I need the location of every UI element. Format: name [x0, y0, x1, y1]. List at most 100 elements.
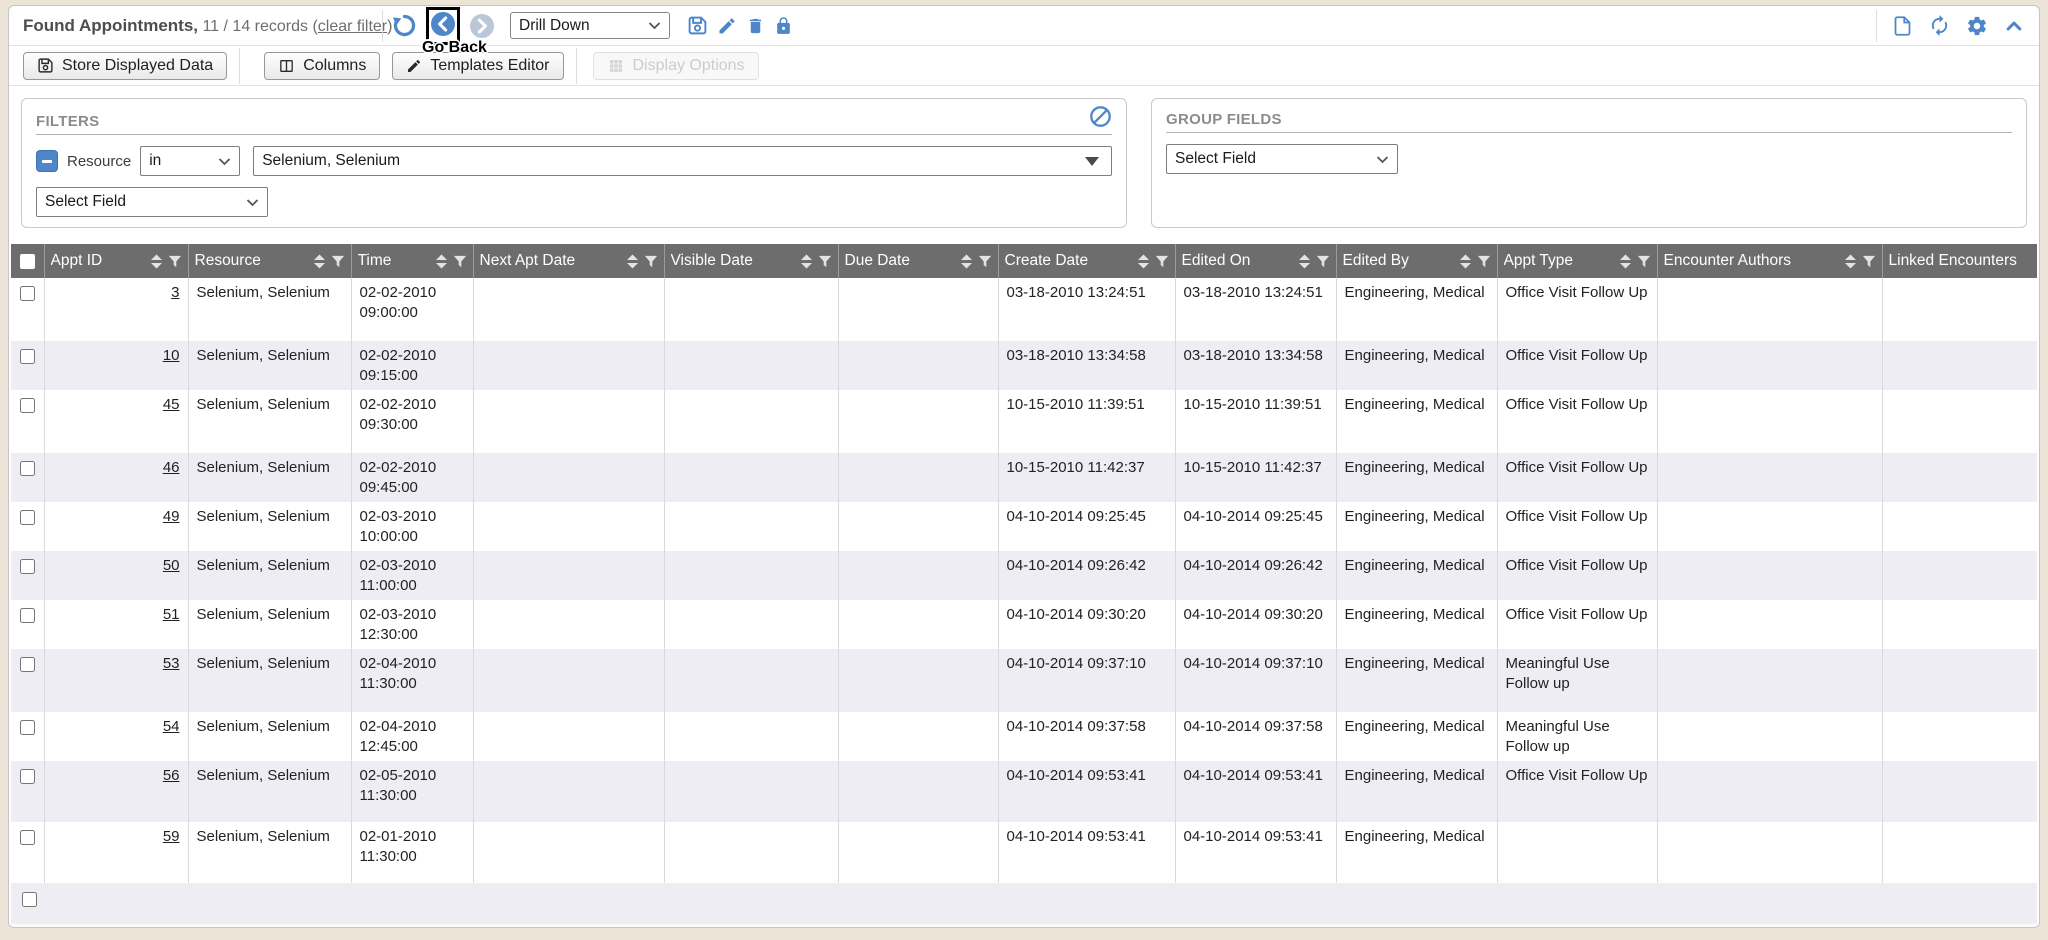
appt-id-link[interactable]: 53	[163, 655, 180, 672]
remove-filter-button[interactable]	[36, 150, 58, 172]
sort-icon[interactable]	[150, 254, 163, 269]
select-all-header[interactable]	[11, 244, 44, 278]
undo-icon[interactable]	[392, 13, 417, 38]
sort-icon[interactable]	[1619, 254, 1632, 269]
row-checkbox[interactable]	[20, 608, 35, 623]
column-header-edited-on[interactable]: Edited On	[1175, 244, 1336, 278]
go-back-button[interactable]: Go Back	[426, 7, 460, 45]
cell-appt_type: Office Visit Follow Up	[1497, 600, 1657, 649]
group-fields-panel: GROUP FIELDS Select Field	[1151, 98, 2027, 228]
add-filter-field-select[interactable]: Select Field	[36, 187, 268, 217]
chevron-down-icon	[218, 157, 231, 166]
sort-icon[interactable]	[1459, 254, 1472, 269]
cell-encounter_authors	[1657, 502, 1882, 551]
cell-resource: Selenium, Selenium	[188, 341, 351, 390]
filter-funnel-icon[interactable]	[453, 254, 467, 269]
appt-id-link[interactable]: 51	[163, 606, 180, 623]
cell-resource: Selenium, Selenium	[188, 649, 351, 712]
appt-id-link[interactable]: 56	[163, 767, 180, 784]
gear-icon[interactable]	[1966, 15, 1988, 37]
table-viewport: Appt IDResourceTimeNext Apt DateVisible …	[11, 244, 2037, 928]
cell-visible_date	[664, 761, 838, 822]
filter-funnel-icon[interactable]	[978, 254, 992, 269]
cell-appt_type: Meaningful Use Follow up	[1497, 712, 1657, 761]
column-header-visible-date[interactable]: Visible Date	[664, 244, 838, 278]
edit-view-icon[interactable]	[717, 16, 737, 36]
row-checkbox[interactable]	[20, 286, 35, 301]
sort-icon[interactable]	[1298, 254, 1311, 269]
column-header-appt-type[interactable]: Appt Type	[1497, 244, 1657, 278]
cell-create_date: 04-10-2014 09:26:42	[998, 551, 1175, 600]
sort-icon[interactable]	[626, 254, 639, 269]
save-view-icon[interactable]	[687, 15, 708, 36]
row-checkbox[interactable]	[20, 830, 35, 845]
column-header-encounter-authors[interactable]: Encounter Authors	[1657, 244, 1882, 278]
appt-id-link[interactable]: 10	[163, 347, 180, 364]
filter-funnel-icon[interactable]	[644, 254, 658, 269]
filter-funnel-icon[interactable]	[818, 254, 832, 269]
group-field-select[interactable]: Select Field	[1166, 144, 1398, 174]
appt-id-link[interactable]: 59	[163, 828, 180, 845]
appt-id-link[interactable]: 46	[163, 459, 180, 476]
drill-down-select[interactable]: Drill Down	[510, 12, 670, 39]
filter-funnel-icon[interactable]	[1862, 254, 1876, 269]
column-header-time[interactable]: Time	[351, 244, 473, 278]
filter-funnel-icon[interactable]	[1155, 254, 1169, 269]
new-document-icon[interactable]	[1892, 15, 1913, 37]
filter-operator-select[interactable]: in	[140, 146, 240, 176]
cell-time: 02-03-2010 10:00:00	[351, 502, 473, 551]
column-header-due-date[interactable]: Due Date	[838, 244, 998, 278]
collapse-chevron-up-icon[interactable]	[2003, 16, 2025, 36]
appt-id-link[interactable]: 50	[163, 557, 180, 574]
sort-icon[interactable]	[960, 254, 973, 269]
filter-funnel-icon[interactable]	[168, 254, 182, 269]
column-header-next-apt-date[interactable]: Next Apt Date	[473, 244, 664, 278]
row-checkbox[interactable]	[20, 461, 35, 476]
row-checkbox[interactable]	[20, 559, 35, 574]
sort-icon[interactable]	[800, 254, 813, 269]
clear-filter-link[interactable]: clear filter	[318, 18, 387, 35]
sort-icon[interactable]	[1844, 254, 1857, 269]
sort-icon[interactable]	[435, 254, 448, 269]
select-all-checkbox[interactable]	[20, 254, 35, 269]
delete-view-icon[interactable]	[746, 16, 765, 36]
appt-id-link[interactable]: 49	[163, 508, 180, 525]
appt-id-link[interactable]: 45	[163, 396, 180, 413]
row-checkbox[interactable]	[20, 769, 35, 784]
row-checkbox[interactable]	[22, 892, 37, 907]
column-header-appt-id[interactable]: Appt ID	[44, 244, 188, 278]
cell-time: 02-03-2010 11:00:00	[351, 551, 473, 600]
cell-resource: Selenium, Selenium	[188, 761, 351, 822]
appt-id-link[interactable]: 54	[163, 718, 180, 735]
cell-edited_on: 10-15-2010 11:42:37	[1175, 453, 1336, 502]
refresh-icon[interactable]	[1928, 14, 1951, 37]
drill-down-value: Drill Down	[519, 17, 590, 35]
filters-title: FILTERS	[36, 113, 99, 130]
row-checkbox[interactable]	[20, 398, 35, 413]
sort-icon[interactable]	[1137, 254, 1150, 269]
lock-icon[interactable]	[774, 16, 793, 36]
row-checkbox[interactable]	[20, 510, 35, 525]
cell-create_date: 04-10-2014 09:30:20	[998, 600, 1175, 649]
cell-appt_type: Office Visit Follow Up	[1497, 390, 1657, 453]
column-header-create-date[interactable]: Create Date	[998, 244, 1175, 278]
filter-funnel-icon[interactable]	[1637, 254, 1651, 269]
cell-time: 02-01-2010 11:30:00	[351, 822, 473, 883]
appt-id-link[interactable]: 3	[171, 284, 179, 301]
row-checkbox[interactable]	[20, 720, 35, 735]
column-header-linked-encounters[interactable]: Linked Encounters	[1882, 244, 2037, 278]
column-header-resource[interactable]: Resource	[188, 244, 351, 278]
filter-funnel-icon[interactable]	[1477, 254, 1491, 269]
clear-all-filters-icon[interactable]	[1089, 105, 1112, 128]
sort-icon[interactable]	[313, 254, 326, 269]
horizontal-scrollbar[interactable]	[11, 923, 2037, 928]
store-displayed-data-button[interactable]: Store Displayed Data	[23, 52, 227, 80]
columns-button[interactable]: Columns	[264, 52, 380, 80]
filter-value-dropdown[interactable]: Selenium, Selenium	[253, 146, 1112, 176]
filter-funnel-icon[interactable]	[331, 254, 345, 269]
cell-time: 02-03-2010 12:30:00	[351, 600, 473, 649]
filter-funnel-icon[interactable]	[1316, 254, 1330, 269]
row-checkbox[interactable]	[20, 657, 35, 672]
row-checkbox[interactable]	[20, 349, 35, 364]
column-header-edited-by[interactable]: Edited By	[1336, 244, 1497, 278]
